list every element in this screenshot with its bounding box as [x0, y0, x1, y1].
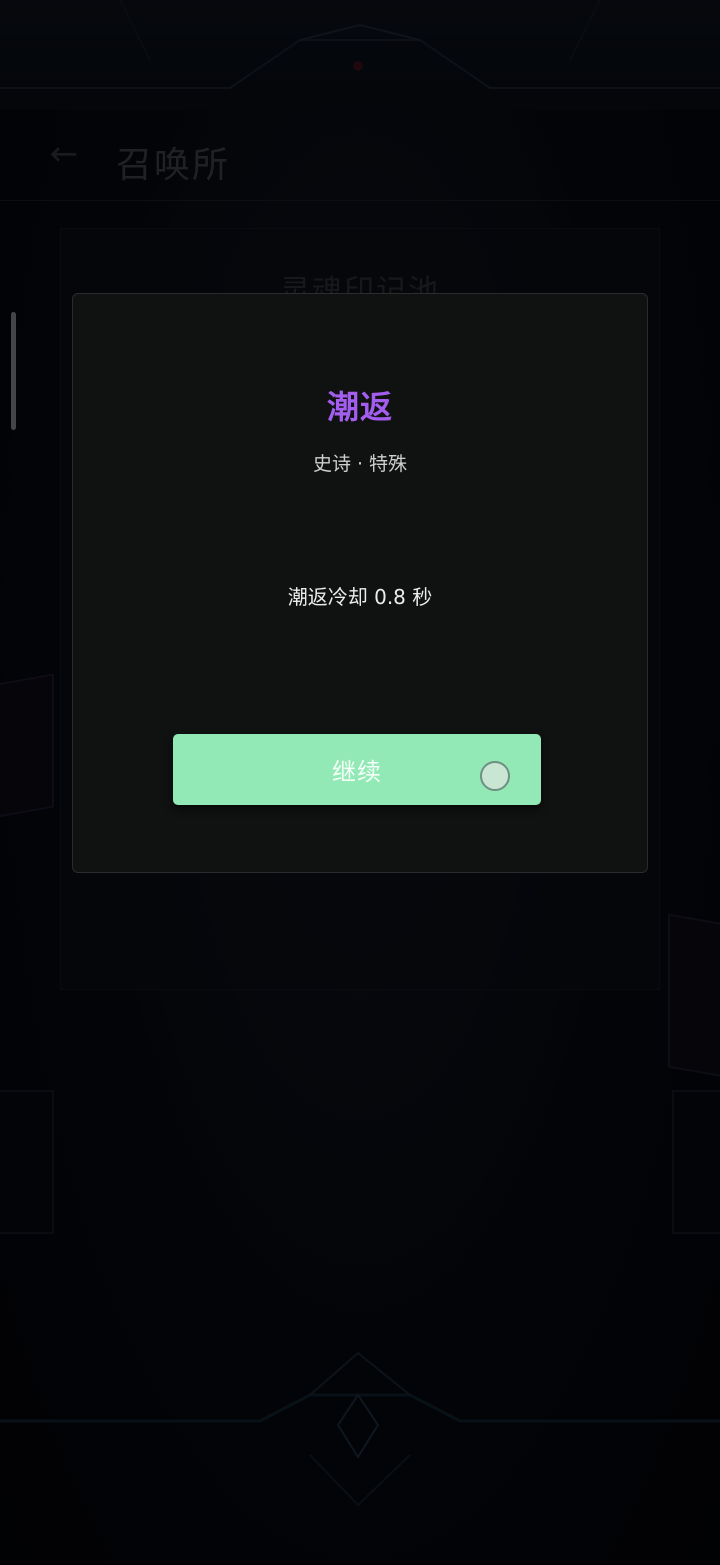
- dialog-title: 潮返: [326, 388, 393, 426]
- effect-description: 潮返冷却 0.8 秒: [287, 585, 433, 609]
- summon-screen: ← 召唤所 灵魂印记池 潮返 史诗 · 特殊 潮返冷却 0.8 秒 继续: [0, 0, 720, 1565]
- continue-button[interactable]: 继续: [173, 734, 541, 805]
- reward-dialog: 潮返 史诗 · 特殊 潮返冷却 0.8 秒 继续: [72, 293, 648, 873]
- rarity-label: 史诗 · 特殊: [312, 453, 408, 475]
- continue-label: 继续: [332, 758, 382, 786]
- touch-indicator: [480, 761, 510, 791]
